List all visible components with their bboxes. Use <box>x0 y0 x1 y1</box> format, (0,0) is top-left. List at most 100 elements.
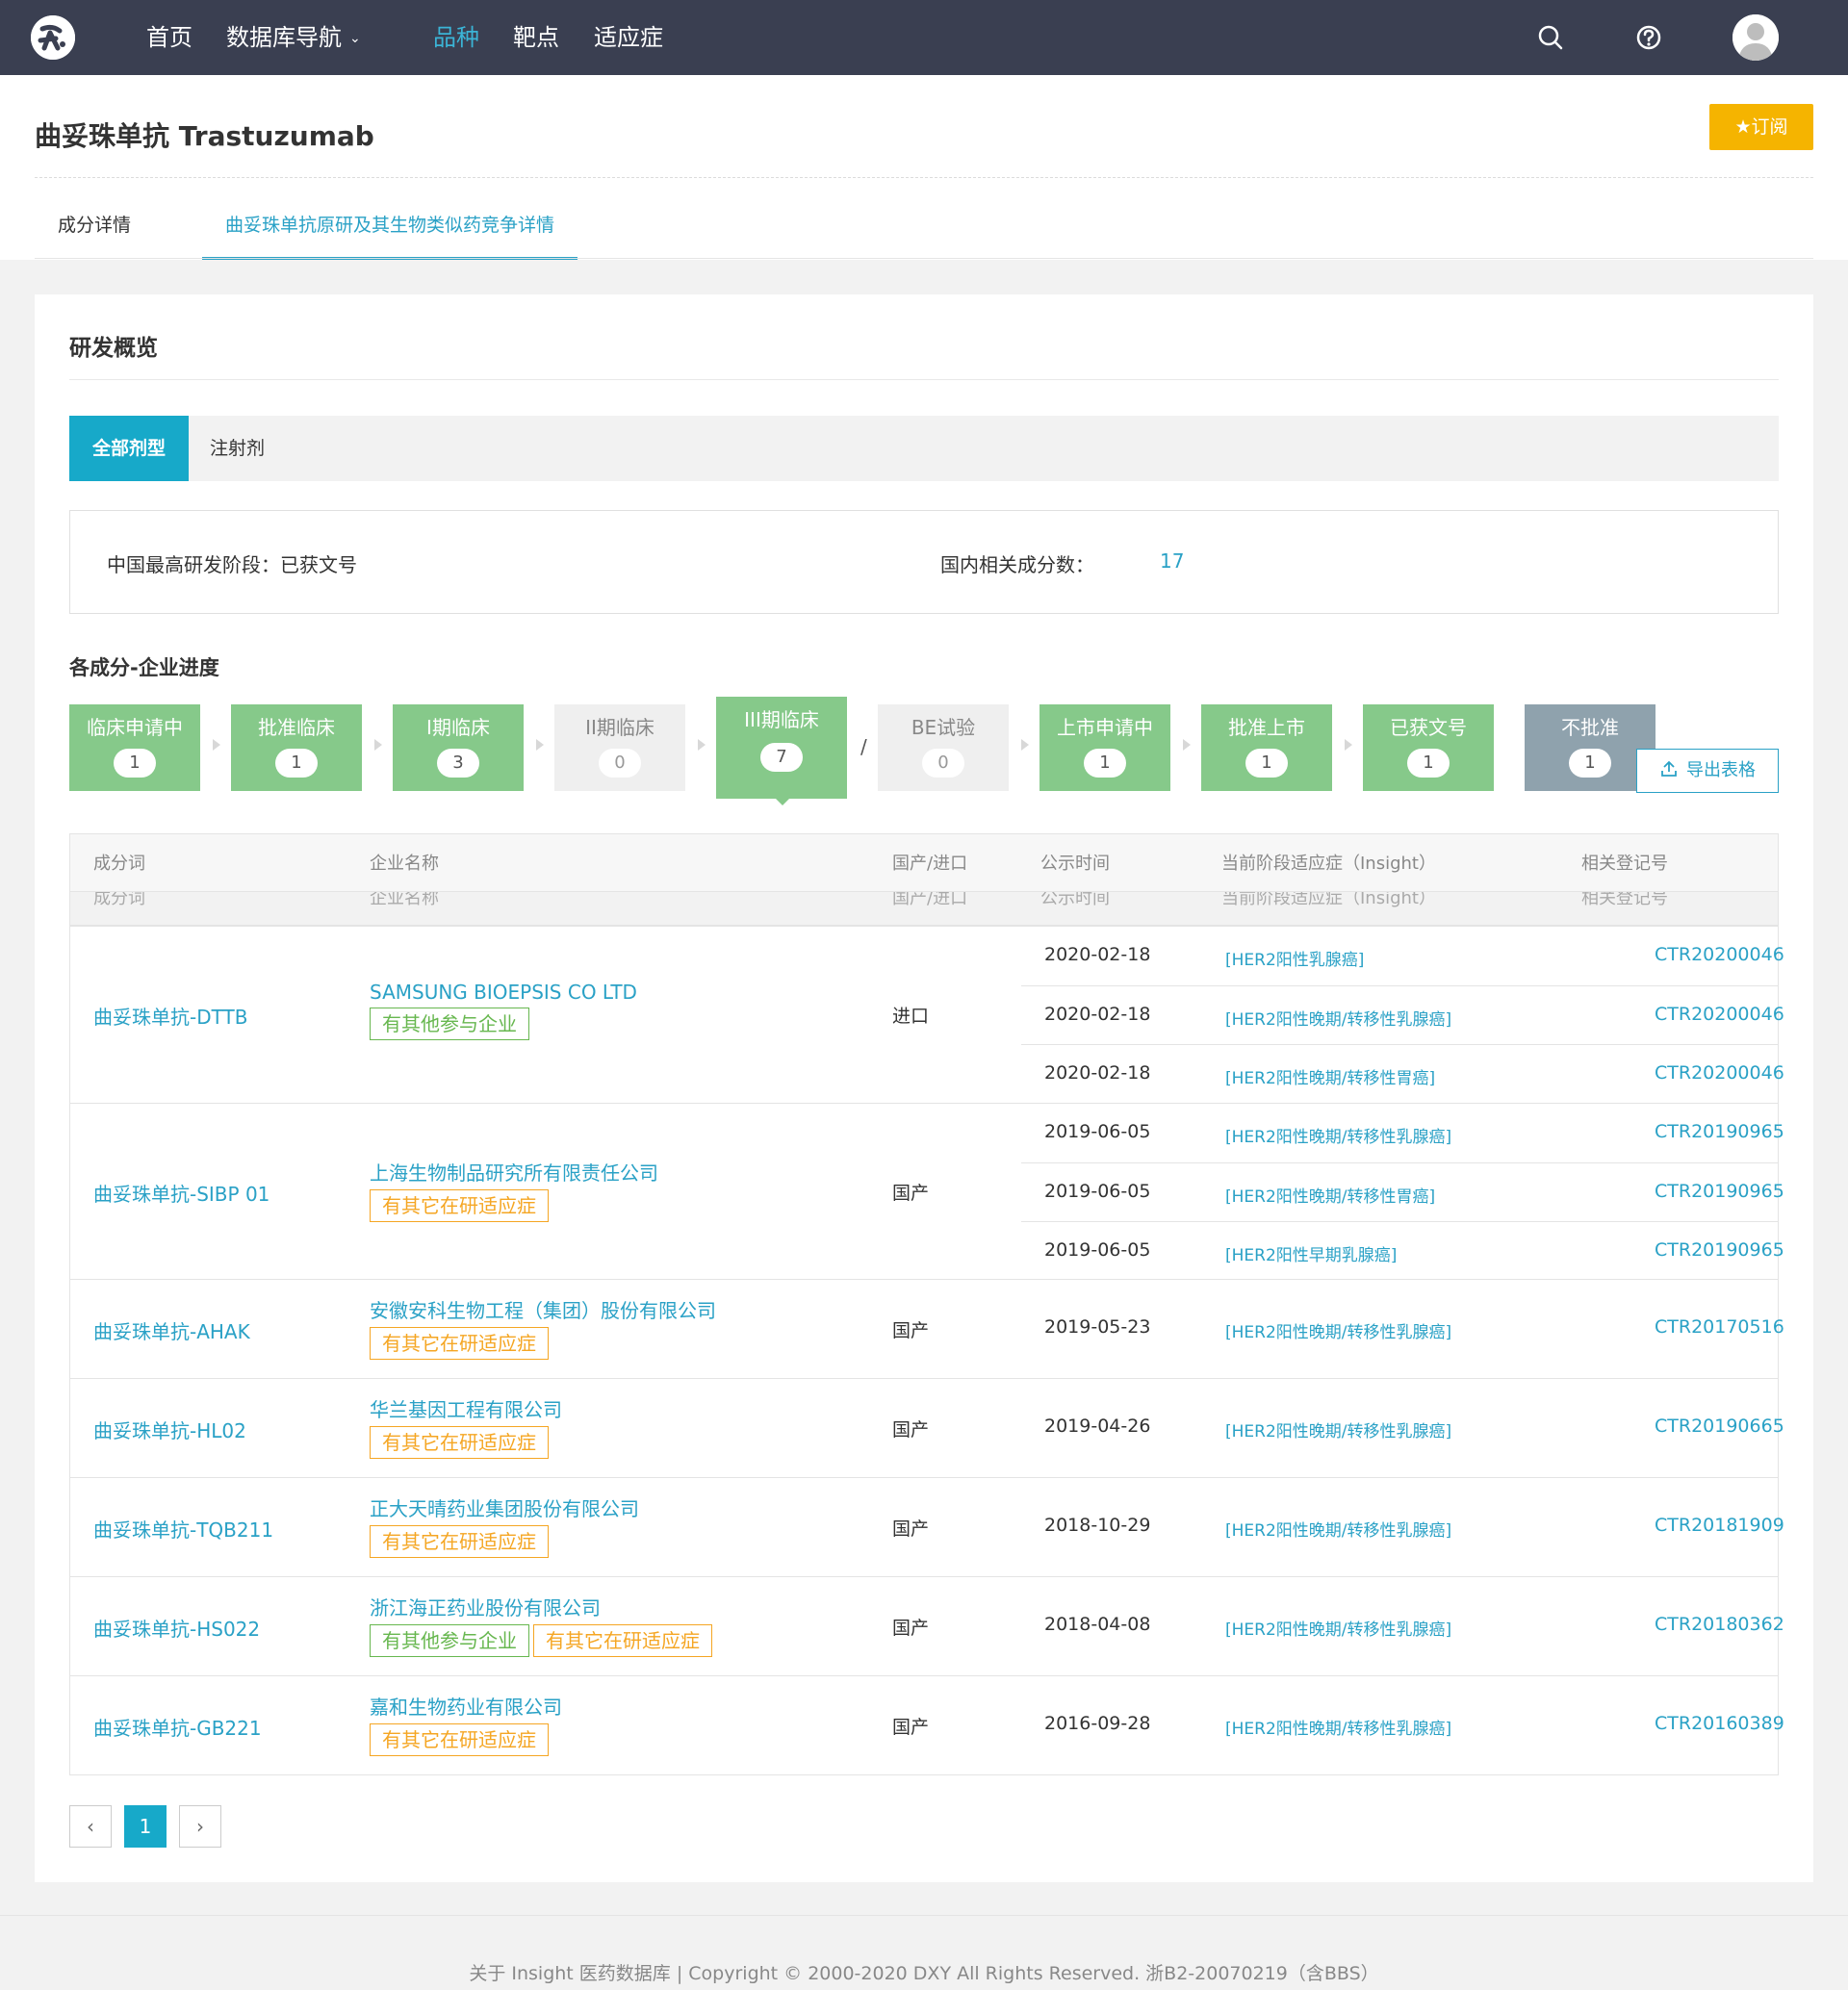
avatar[interactable] <box>1732 14 1779 61</box>
nav-database[interactable]: 数据库导航 ⌄ <box>226 21 361 55</box>
overview-card: 研发概览 全部剂型 注射剂 中国最高研发阶段：已获文号 国内相关成分数： 17 … <box>35 294 1813 1882</box>
col-date: 公示时间 <box>1040 892 1110 908</box>
col-company: 企业名称 <box>370 854 439 874</box>
prev-page-button[interactable]: ‹ <box>69 1805 112 1848</box>
stage-clinical-application[interactable]: 临床申请中 1 <box>69 704 200 791</box>
divider <box>35 177 1813 178</box>
nav-target[interactable]: 靶点 <box>513 21 559 54</box>
company-link[interactable]: 安徽安科生物工程（集团）股份有限公司 <box>370 1295 716 1323</box>
ingredient-link[interactable]: 曲妥珠单抗-SIBP 01 <box>93 1179 270 1207</box>
logo[interactable] <box>31 15 75 60</box>
tab-injection[interactable]: 注射剂 <box>210 416 265 481</box>
company-cell: 浙江海正药业股份有限公司 有其他参与企业 有其它在研适应症 <box>370 1593 716 1657</box>
search-icon[interactable] <box>1534 21 1567 54</box>
publish-date: 2018-04-08 <box>1044 1614 1151 1635</box>
sub-row: 2019-06-05 [HER2阳性晚期/转移性乳腺癌] CTR20190965 <box>1021 1104 1784 1162</box>
indication-link[interactable]: [HER2阳性晚期/转移性乳腺癌] <box>1225 1006 1451 1030</box>
indication-link[interactable]: [HER2阳性晚期/转移性乳腺癌] <box>1225 1616 1451 1640</box>
page-1-button[interactable]: 1 <box>124 1805 167 1848</box>
registration-link[interactable]: CTR20190965 <box>1655 1239 1784 1261</box>
selected-pointer <box>774 797 791 805</box>
stage-count: 7 <box>760 743 803 772</box>
help-icon[interactable] <box>1632 21 1665 54</box>
indication-link[interactable]: [HER2阳性晚期/转移性乳腺癌] <box>1225 1517 1451 1541</box>
ingredient-count-label: 国内相关成分数： <box>940 553 1094 576</box>
stage-market-approved[interactable]: 批准上市 1 <box>1201 704 1332 791</box>
tab-competition-details[interactable]: 曲妥珠单抗原研及其生物类似药竞争详情 <box>202 206 578 260</box>
stage-phase-1[interactable]: I期临床 3 <box>393 704 524 791</box>
company-link[interactable]: 正大天晴药业集团股份有限公司 <box>370 1493 639 1521</box>
table-row: 曲妥珠单抗-SIBP 01 上海生物制品研究所有限责任公司 有其它在研适应症 国… <box>70 1104 1784 1280</box>
registration-link[interactable]: CTR20190965 <box>1655 1121 1784 1142</box>
stage-be-trial[interactable]: BE试验 0 <box>878 704 1009 791</box>
company-cell: 嘉和生物药业有限公司 有其它在研适应症 <box>370 1692 562 1756</box>
ingredient-link[interactable]: 曲妥珠单抗-DTTB <box>93 1002 247 1030</box>
tag-other-indications[interactable]: 有其它在研适应症 <box>370 1327 549 1360</box>
tag-other-indications[interactable]: 有其它在研适应症 <box>370 1426 549 1459</box>
ingredient-link[interactable]: 曲妥珠单抗-AHAK <box>93 1316 250 1344</box>
table-row: 曲妥珠单抗-GB221 嘉和生物药业有限公司 有其它在研适应症 国产 2016-… <box>70 1676 1784 1774</box>
nav-indication[interactable]: 适应症 <box>594 21 663 54</box>
chevron-right-icon <box>536 739 544 751</box>
ingredient-link[interactable]: 曲妥珠单抗-HS022 <box>93 1614 260 1642</box>
top-nav: 首页 数据库导航 ⌄ 品种 靶点 适应症 <box>0 0 1848 75</box>
publish-date: 2019-05-23 <box>1044 1316 1151 1338</box>
stage-label: 临床申请中 <box>87 716 183 739</box>
tag-other-indications[interactable]: 有其它在研适应症 <box>533 1624 712 1657</box>
table-row: 曲妥珠单抗-DTTB SAMSUNG BIOEPSIS CO LTD 有其他参与… <box>70 927 1784 1104</box>
company-link[interactable]: 嘉和生物药业有限公司 <box>370 1692 562 1720</box>
tag-other-indications[interactable]: 有其它在研适应症 <box>370 1525 549 1558</box>
registration-link[interactable]: CTR20190965 <box>1655 1181 1784 1202</box>
tag-other-indications[interactable]: 有其它在研适应症 <box>370 1189 549 1222</box>
table-header: 成分词 企业名称 国产/进口 公示时间 当前阶段适应症（Insight） 相关登… <box>70 834 1778 892</box>
nav-variety[interactable]: 品种 <box>433 21 479 54</box>
stage-count: 1 <box>114 749 156 778</box>
indication-link[interactable]: [HER2阳性晚期/转移性乳腺癌] <box>1225 1417 1451 1441</box>
ingredient-link[interactable]: 曲妥珠单抗-GB221 <box>93 1713 262 1741</box>
export-button[interactable]: 导出表格 <box>1636 749 1779 793</box>
registration-link[interactable]: CTR20200046 <box>1655 1004 1784 1025</box>
tag-other-companies[interactable]: 有其他参与企业 <box>370 1008 529 1040</box>
indication-link[interactable]: [HER2阳性早期乳腺癌] <box>1225 1241 1397 1265</box>
indication-link[interactable]: [HER2阳性晚期/转移性乳腺癌] <box>1225 1715 1451 1739</box>
company-link[interactable]: 上海生物制品研究所有限责任公司 <box>370 1158 658 1186</box>
stage-count: 0 <box>922 749 964 778</box>
tag-other-companies[interactable]: 有其他参与企业 <box>370 1624 529 1657</box>
stage-phase-3[interactable]: III期临床 7 <box>716 697 847 799</box>
registration-link[interactable]: CTR20200046 <box>1655 1062 1784 1084</box>
indication-link[interactable]: [HER2阳性晚期/转移性胃癌] <box>1225 1183 1435 1207</box>
stage-approval-number[interactable]: 已获文号 1 <box>1363 704 1494 791</box>
company-link[interactable]: 浙江海正药业股份有限公司 <box>370 1593 716 1620</box>
registration-link[interactable]: CTR20200046 <box>1655 944 1784 965</box>
registration-link[interactable]: CTR20170516 <box>1655 1316 1784 1338</box>
subscribe-button[interactable]: ★订阅 <box>1709 104 1813 150</box>
company-link[interactable]: SAMSUNG BIOEPSIS CO LTD <box>370 981 637 1004</box>
registration-link[interactable]: CTR20190665 <box>1655 1416 1784 1437</box>
nav-home[interactable]: 首页 <box>146 21 192 54</box>
tab-ingredient-details[interactable]: 成分详情 <box>58 206 131 260</box>
ingredient-link[interactable]: 曲妥珠单抗-TQB211 <box>93 1515 273 1543</box>
next-page-button[interactable]: › <box>179 1805 221 1848</box>
indication-link[interactable]: [HER2阳性晚期/转移性乳腺癌] <box>1225 1318 1451 1342</box>
company-link[interactable]: 华兰基因工程有限公司 <box>370 1394 562 1422</box>
col-indication: 当前阶段适应症（Insight） <box>1221 892 1436 908</box>
stage-phase-2[interactable]: II期临床 0 <box>554 704 685 791</box>
registration-link[interactable]: CTR20180362 <box>1655 1614 1784 1635</box>
indication-link[interactable]: [HER2阳性晚期/转移性乳腺癌] <box>1225 1123 1451 1147</box>
indication-link[interactable]: [HER2阳性乳腺癌] <box>1225 946 1364 970</box>
stage-market-application[interactable]: 上市申请中 1 <box>1040 704 1170 791</box>
publish-date: 2019-06-05 <box>1044 1181 1151 1202</box>
registration-link[interactable]: CTR20160389 <box>1655 1713 1784 1734</box>
tab-all-forms[interactable]: 全部剂型 <box>69 416 189 481</box>
ingredient-link[interactable]: 曲妥珠单抗-HL02 <box>93 1416 246 1443</box>
sub-row: 2016-09-28 [HER2阳性晚期/转移性乳腺癌] CTR20160389 <box>1021 1696 1784 1754</box>
ingredient-count[interactable]: 17 <box>1160 549 1184 573</box>
stage-label: BE试验 <box>911 716 976 739</box>
stage-clinical-approved[interactable]: 批准临床 1 <box>231 704 362 791</box>
sub-row: 2019-06-05 [HER2阳性晚期/转移性胃癌] CTR20190965 <box>1021 1162 1784 1221</box>
registration-link[interactable]: CTR20181909 <box>1655 1515 1784 1536</box>
indication-link[interactable]: [HER2阳性晚期/转移性胃癌] <box>1225 1064 1435 1088</box>
tag-other-indications[interactable]: 有其它在研适应症 <box>370 1723 549 1756</box>
stage-label: 批准临床 <box>258 716 335 739</box>
sticky-header-shadow: 成分词 企业名称 国产/进口 公示时间 当前阶段适应症（Insight） 相关登… <box>70 892 1778 927</box>
